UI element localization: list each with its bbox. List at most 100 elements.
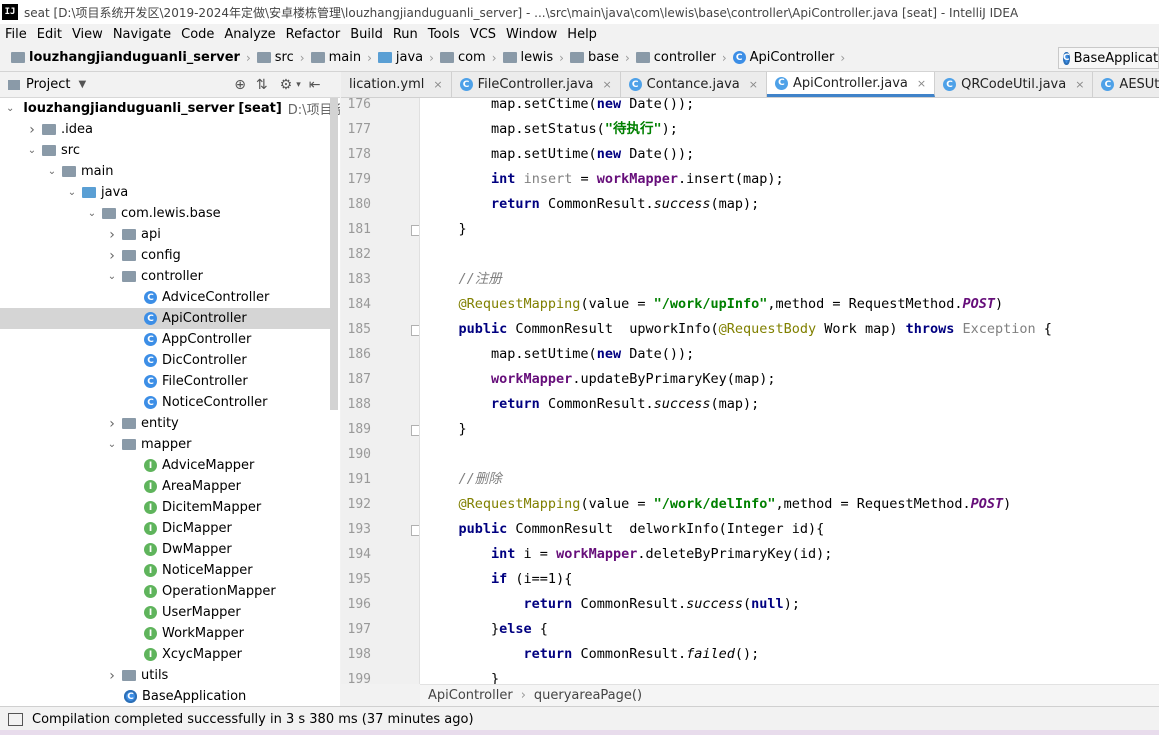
tree-item-areamapper[interactable]: I AreaMapper xyxy=(0,476,330,497)
tree-item-apicontroller[interactable]: C ApiController xyxy=(0,308,330,329)
expand-arrow-right-icon[interactable]: › xyxy=(106,668,118,684)
code-editor[interactable]: map.setCtime(new Date()); map.setStatus(… xyxy=(420,98,1159,684)
breadcrumb-src[interactable]: src xyxy=(254,50,297,65)
tree-item-label: DicController xyxy=(162,353,247,368)
tab-contance-java[interactable]: C Contance.java × xyxy=(620,72,767,97)
tab-qrcodeutil-java[interactable]: C QRCodeUtil.java × xyxy=(935,72,1094,97)
tree-item-java[interactable]: ⌄ java xyxy=(0,182,330,203)
fold-marker-icon[interactable] xyxy=(411,525,419,536)
menu-view[interactable]: View xyxy=(67,27,108,42)
tree-item-src[interactable]: ⌄ src xyxy=(0,140,330,161)
breadcrumb-apicontroller[interactable]: C ApiController xyxy=(730,50,838,65)
breadcrumb-java[interactable]: java xyxy=(375,50,426,65)
tree-item-utils[interactable]: › utils xyxy=(0,665,330,686)
menu-analyze[interactable]: Analyze xyxy=(219,27,280,42)
tree-item-com-lewis-base[interactable]: ⌄ com.lewis.base xyxy=(0,203,330,224)
tree-item-diccontroller[interactable]: C DicController xyxy=(0,350,330,371)
fold-marker-icon[interactable] xyxy=(411,425,419,436)
menu-refactor[interactable]: Refactor xyxy=(281,27,346,42)
code-line: } xyxy=(426,421,467,437)
folder-icon xyxy=(122,418,136,429)
menu-window[interactable]: Window xyxy=(501,27,562,42)
editor-breadcrumb-method[interactable]: queryareaPage() xyxy=(534,688,642,703)
code-line: map.setStatus("待执行"); xyxy=(426,121,678,137)
hide-panel-icon[interactable]: ⇤ xyxy=(309,77,321,93)
expand-arrow-down-icon[interactable]: ⌄ xyxy=(66,187,78,198)
tree-item-dicitemmapper[interactable]: I DicitemMapper xyxy=(0,497,330,518)
tree-item-noticemapper[interactable]: I NoticeMapper xyxy=(0,560,330,581)
tree-item-mapper[interactable]: ⌄ mapper xyxy=(0,434,330,455)
folder-icon xyxy=(11,52,25,63)
breadcrumb-louzhangjianduguanli-server[interactable]: louzhangjianduguanli_server xyxy=(8,50,243,65)
tree-item-baseapplication[interactable]: C BaseApplication xyxy=(0,686,330,706)
menu-run[interactable]: Run xyxy=(388,27,423,42)
gear-dropdown-icon[interactable]: ▾ xyxy=(296,80,301,90)
tree-item-advicemapper[interactable]: I AdviceMapper xyxy=(0,455,330,476)
menu-help[interactable]: Help xyxy=(562,27,602,42)
class-icon: C xyxy=(144,333,157,346)
menu-tools[interactable]: Tools xyxy=(423,27,465,42)
tab-label: QRCodeUtil.java xyxy=(961,77,1067,92)
breadcrumb-main[interactable]: main xyxy=(308,50,364,65)
tab-aesutil-java[interactable]: CAESUtil.java× xyxy=(1093,72,1159,97)
project-panel-title[interactable]: Project xyxy=(26,77,70,92)
tree-item-controller[interactable]: ⌄ controller xyxy=(0,266,330,287)
close-icon[interactable]: × xyxy=(1075,78,1084,91)
close-icon[interactable]: × xyxy=(433,78,442,91)
breadcrumb-com[interactable]: com xyxy=(437,50,489,65)
tree-item-dicmapper[interactable]: I DicMapper xyxy=(0,518,330,539)
fold-marker-icon[interactable] xyxy=(411,325,419,336)
expand-arrow-down-icon[interactable]: ⌄ xyxy=(46,166,58,177)
collapse-all-icon[interactable]: ⇅ xyxy=(256,77,268,93)
breadcrumb-base[interactable]: base xyxy=(567,50,622,65)
tree-item-workmapper[interactable]: I WorkMapper xyxy=(0,623,330,644)
fold-marker-icon[interactable] xyxy=(411,225,419,236)
menu-navigate[interactable]: Navigate xyxy=(108,27,176,42)
close-icon[interactable]: × xyxy=(749,78,758,91)
menu-code[interactable]: Code xyxy=(176,27,219,42)
tab-lication-yml[interactable]: lication.yml × xyxy=(341,72,452,97)
expand-arrow-down-icon[interactable]: ⌄ xyxy=(106,271,118,282)
menu-build[interactable]: Build xyxy=(345,27,388,42)
tree-item-operationmapper[interactable]: I OperationMapper xyxy=(0,581,330,602)
project-tree-scrollbar[interactable] xyxy=(330,98,338,410)
menu-edit[interactable]: Edit xyxy=(32,27,67,42)
tree-item-appcontroller[interactable]: C AppController xyxy=(0,329,330,350)
tree-item-config[interactable]: › config xyxy=(0,245,330,266)
expand-arrow-right-icon[interactable]: › xyxy=(26,122,38,138)
tree-item-dwmapper[interactable]: I DwMapper xyxy=(0,539,330,560)
breadcrumb-label: java xyxy=(395,50,424,65)
tab-filecontroller-java[interactable]: C FileController.java × xyxy=(451,72,621,97)
expand-arrow-down-icon[interactable]: ⌄ xyxy=(26,145,38,156)
tree-item-usermapper[interactable]: I UserMapper xyxy=(0,602,330,623)
run-configuration-button[interactable]: C BaseApplicati xyxy=(1058,47,1159,69)
expand-arrow-down-icon[interactable]: ⌄ xyxy=(86,208,98,219)
expand-arrow-right-icon[interactable]: › xyxy=(106,248,118,264)
close-icon[interactable]: × xyxy=(602,78,611,91)
chevron-down-icon[interactable]: ▼ xyxy=(78,79,86,90)
tree-item-noticecontroller[interactable]: C NoticeController xyxy=(0,392,330,413)
tree-item-main[interactable]: ⌄ main xyxy=(0,161,330,182)
editor-breadcrumb-class[interactable]: ApiController xyxy=(428,688,513,703)
tree-item-louzhangjianduguanli-server[interactable]: ⌄louzhangjianduguanli_server[seat]D:\项目系… xyxy=(0,98,340,119)
tree-item-label: UserMapper xyxy=(162,605,241,620)
menu-vcs[interactable]: VCS xyxy=(465,27,501,42)
breadcrumb-lewis[interactable]: lewis xyxy=(500,50,557,65)
tool-window-toggle-icon[interactable] xyxy=(8,712,23,726)
close-icon[interactable]: × xyxy=(917,77,926,90)
tree-item-idea[interactable]: › .idea xyxy=(0,119,330,140)
expand-arrow-down-icon[interactable]: ⌄ xyxy=(106,439,118,450)
breadcrumb-controller[interactable]: controller xyxy=(633,50,719,65)
expand-arrow-down-icon[interactable]: ⌄ xyxy=(6,103,14,114)
menu-file[interactable]: File xyxy=(0,27,32,42)
tab-apicontroller-java[interactable]: C ApiController.java × xyxy=(766,72,936,97)
tree-item-xcycmapper[interactable]: I XcycMapper xyxy=(0,644,330,665)
expand-arrow-right-icon[interactable]: › xyxy=(106,416,118,432)
tree-item-advicecontroller[interactable]: C AdviceController xyxy=(0,287,330,308)
locate-target-icon[interactable]: ⊕ xyxy=(234,77,246,93)
tree-item-entity[interactable]: › entity xyxy=(0,413,330,434)
tree-item-api[interactable]: › api xyxy=(0,224,330,245)
tree-item-filecontroller[interactable]: C FileController xyxy=(0,371,330,392)
gear-icon[interactable]: ⚙ xyxy=(280,77,293,93)
expand-arrow-right-icon[interactable]: › xyxy=(106,227,118,243)
